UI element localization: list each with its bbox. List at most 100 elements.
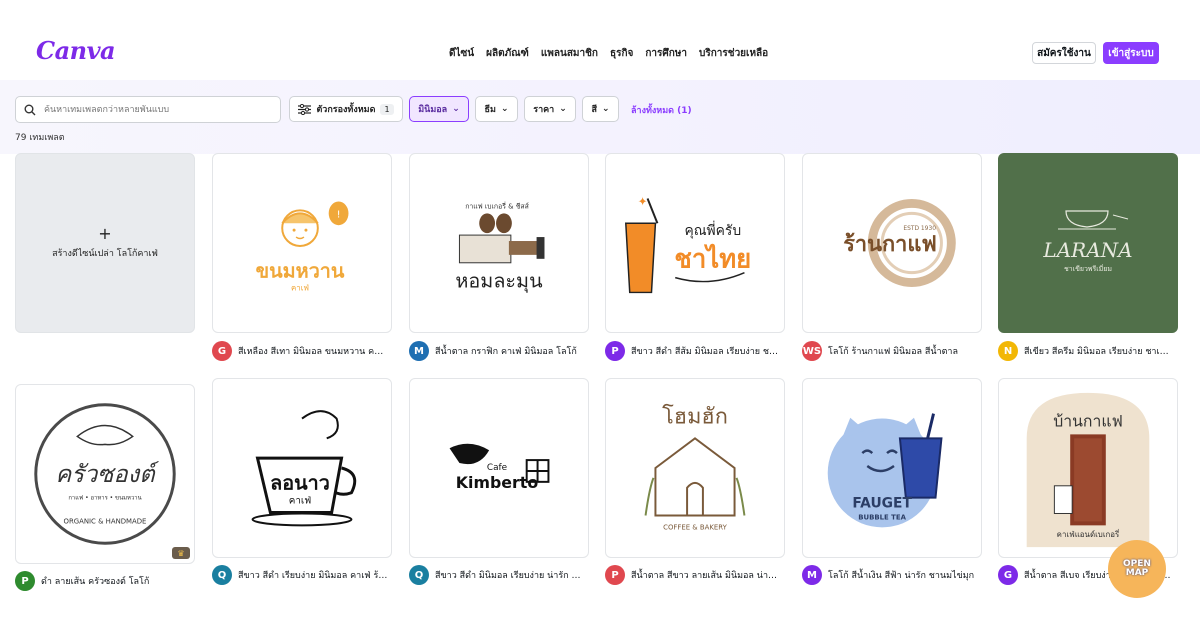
blank-card-content: + สร้างดีไซน์เปล่า โลโก้คาเฟ่ xyxy=(16,154,194,332)
template-title: สีขาว สีดำ เรียบง่าย มินิมอล คาเฟ่ ร้านก… xyxy=(238,571,388,581)
signup-button[interactable]: สมัครใช้งาน xyxy=(1032,42,1096,64)
template-title: ดำ ลายเส้น ครัวซองต์ โลโก้ xyxy=(41,577,150,587)
art-subtitle: คุณพี่ครับ xyxy=(684,221,741,239)
openmap-label: OPEN MAP xyxy=(1123,560,1151,578)
art-subtitle: Cafe xyxy=(487,463,507,473)
art-subtitle: BUBBLE TEA xyxy=(858,513,906,521)
openmap-line2: MAP xyxy=(1125,568,1149,578)
template-thumbnail: Cafe Kimberto xyxy=(449,443,550,492)
nav-business[interactable]: ธุรกิจ xyxy=(610,46,633,61)
template-caption[interactable]: Q สีขาว สีดำ มินิมอล เรียบง่าย น่ารัก ร้… xyxy=(409,565,589,585)
chevron-down-icon: ⌄ xyxy=(601,104,610,114)
chevron-down-icon: ⌄ xyxy=(500,104,509,114)
template-title: สีน้ำตาล สีขาว ลายเส้น มินิมอล น่ารัก คา… xyxy=(631,571,781,581)
template-caption[interactable]: Q สีขาว สีดำ เรียบง่าย มินิมอล คาเฟ่ ร้า… xyxy=(212,565,392,585)
art-title: ร้านกาแฟ xyxy=(843,232,937,257)
template-thumbnail: LARANA ชาเขียวพรีเมี่ยม xyxy=(998,153,1178,333)
template-title: โลโก้ สีน้ำเงิน สีฟ้า น่ารัก ชานมไข่มุก xyxy=(828,571,975,581)
all-filters-label: ตัวกรองทั้งหมด xyxy=(316,105,376,115)
template-caption[interactable]: P สีขาว สีดำ สีส้ม มินิมอล เรียบง่าย ชาไ… xyxy=(605,341,785,361)
canva-logo[interactable]: Canva xyxy=(36,36,116,65)
crown-icon: ♛ xyxy=(172,547,190,559)
nav-education[interactable]: การศึกษา xyxy=(645,46,687,61)
art-title: ลอนาว xyxy=(270,472,330,495)
template-caption[interactable]: P ดำ ลายเส้น ครัวซองต์ โลโก้ xyxy=(15,571,195,591)
sliders-icon xyxy=(298,103,312,115)
chip-theme[interactable]: ธีม ⌄ xyxy=(475,96,518,122)
filter-count-badge: 1 xyxy=(380,103,394,115)
svg-text:✦: ✦ xyxy=(638,194,648,208)
template-thumbnail: FAUGET BUBBLE TEA xyxy=(827,413,943,528)
art-title: หอมละมุน xyxy=(455,270,543,294)
template-thumbnail: ✦ คุณพี่ครับ ชาไทย xyxy=(624,194,751,294)
template-card[interactable]: FAUGET BUBBLE TEA xyxy=(802,378,982,558)
template-caption[interactable]: G สีเหลือง สีเทา มินิมอล ขนมหวาน คาเฟ่ โ… xyxy=(212,341,392,361)
art-title: LARANA xyxy=(1042,238,1132,262)
template-card[interactable]: ESTD 1930 ร้านกาแฟ xyxy=(802,153,982,333)
art-title: ครัวซองต์ xyxy=(55,460,159,488)
chip-price[interactable]: ราคา ⌄ xyxy=(524,96,576,122)
template-caption[interactable]: M โลโก้ สีน้ำเงิน สีฟ้า น่ารัก ชานมไข่มุ… xyxy=(802,565,982,585)
nav-help[interactable]: บริการช่วยเหลือ xyxy=(699,46,768,61)
nav-design[interactable]: ดีไซน์ xyxy=(449,46,474,61)
art-title: FAUGET xyxy=(852,496,912,512)
art-subtitle: ORGANIC & HANDMADE xyxy=(64,517,147,525)
creator-avatar: P xyxy=(605,565,625,585)
template-caption[interactable]: WS โลโก้ ร้านกาแฟ มินิมอล สีน้ำตาล xyxy=(802,341,982,361)
creator-avatar: G xyxy=(998,565,1018,585)
template-caption[interactable]: N สีเขียว สีครีม มินิมอล เรียบง่าย ชาเขี… xyxy=(998,341,1178,361)
template-thumbnail: ESTD 1930 ร้านกาแฟ xyxy=(843,198,956,288)
main-nav: ดีไซน์ ผลิตภัณฑ์ แพลนสมาชิก ธุรกิจ การศึ… xyxy=(449,46,768,61)
template-caption[interactable]: P สีน้ำตาล สีขาว ลายเส้น มินิมอล น่ารัก … xyxy=(605,565,785,585)
nav-products[interactable]: ผลิตภัณฑ์ xyxy=(486,46,529,61)
chip-theme-label: ธีม xyxy=(484,105,496,115)
template-card[interactable]: Cafe Kimberto xyxy=(409,378,589,558)
top-navigation-bar: Canva ดีไซน์ ผลิตภัณฑ์ แพลนสมาชิก ธุรกิจ… xyxy=(0,0,1200,80)
creator-avatar: Q xyxy=(409,565,429,585)
template-thumbnail: ครัวซองต์ กาแฟ • อาหาร • ขนมหวาน ORGANIC… xyxy=(34,403,176,545)
template-thumbnail: กาแฟ เบเกอรี่ & ชีสส์ หอมละมุน xyxy=(455,201,545,294)
art-title: โฮมฮัก xyxy=(662,404,728,430)
chip-price-label: ราคา xyxy=(533,105,555,115)
template-title: โลโก้ ร้านกาแฟ มินิมอล สีน้ำตาล xyxy=(828,347,958,357)
plus-icon: + xyxy=(98,224,112,243)
art-title: Kimberto xyxy=(456,473,539,492)
creator-avatar: WS xyxy=(802,341,822,361)
all-filters-button[interactable]: ตัวกรองทั้งหมด 1 xyxy=(289,96,403,122)
chevron-down-icon: ⌄ xyxy=(452,104,460,114)
template-card[interactable]: LARANA ชาเขียวพรีเมี่ยม xyxy=(998,153,1178,333)
art-title: บ้านกาแฟ xyxy=(1053,411,1123,430)
template-card[interactable]: ✦ คุณพี่ครับ ชาไทย xyxy=(605,153,785,333)
art-subtitle: กาแฟ เบเกอรี่ & ชีสส์ xyxy=(465,201,529,210)
art-subtitle: ชาเขียวพรีเมี่ยม xyxy=(1064,264,1112,273)
template-card[interactable]: ครัวซองต์ กาแฟ • อาหาร • ขนมหวาน ORGANIC… xyxy=(15,384,195,564)
template-caption[interactable]: M สีน้ำตาล กราฟิก คาเฟ่ มินิมอล โลโก้ xyxy=(409,341,589,361)
template-card[interactable]: บ้านกาแฟ คาเฟ่แอนด์เบเกอรี่ xyxy=(998,378,1178,558)
template-card[interactable]: ลอนาว คาเฟ่ xyxy=(212,378,392,558)
template-card[interactable]: โฮมฮัก COFFEE & BAKERY xyxy=(605,378,785,558)
nav-plans[interactable]: แพลนสมาชิก xyxy=(541,46,598,61)
chip-minimal-label: มินิมอล xyxy=(418,105,448,115)
clear-all-link[interactable]: ล้างทั้งหมด (1) xyxy=(631,103,692,117)
creator-avatar: P xyxy=(605,341,625,361)
template-card[interactable]: กาแฟ เบเกอรี่ & ชีสส์ หอมละมุน xyxy=(409,153,589,333)
openmap-badge[interactable]: OPEN MAP xyxy=(1108,540,1166,598)
template-title: สีเขียว สีครีม มินิมอล เรียบง่าย ชาเขียว… xyxy=(1024,347,1174,357)
chip-minimal[interactable]: มินิมอล ⌄ xyxy=(409,96,469,122)
search-icon xyxy=(24,104,36,115)
creator-avatar: P xyxy=(15,571,35,591)
search-box[interactable] xyxy=(15,96,281,123)
creator-avatar: G xyxy=(212,341,232,361)
chip-color[interactable]: สี ⌄ xyxy=(582,96,619,122)
template-card[interactable]: ! ขนมหวาน คาเฟ่ xyxy=(212,153,392,333)
creator-avatar: M xyxy=(409,341,429,361)
art-subtitle: คาเฟ่แอนด์เบเกอรี่ xyxy=(1057,528,1120,539)
create-blank-card[interactable]: + สร้างดีไซน์เปล่า โลโก้คาเฟ่ xyxy=(15,153,195,333)
blank-card-label: สร้างดีไซน์เปล่า โลโก้คาเฟ่ xyxy=(52,249,158,259)
template-thumbnail: บ้านกาแฟ คาเฟ่แอนด์เบเกอรี่ xyxy=(1026,392,1150,548)
creator-avatar: Q xyxy=(212,565,232,585)
login-button[interactable]: เข้าสู่ระบบ xyxy=(1103,42,1159,64)
template-thumbnail: โฮมฮัก COFFEE & BAKERY xyxy=(644,404,746,531)
template-title: สีน้ำตาล กราฟิก คาเฟ่ มินิมอล โลโก้ xyxy=(435,347,577,357)
search-input[interactable] xyxy=(44,104,264,115)
